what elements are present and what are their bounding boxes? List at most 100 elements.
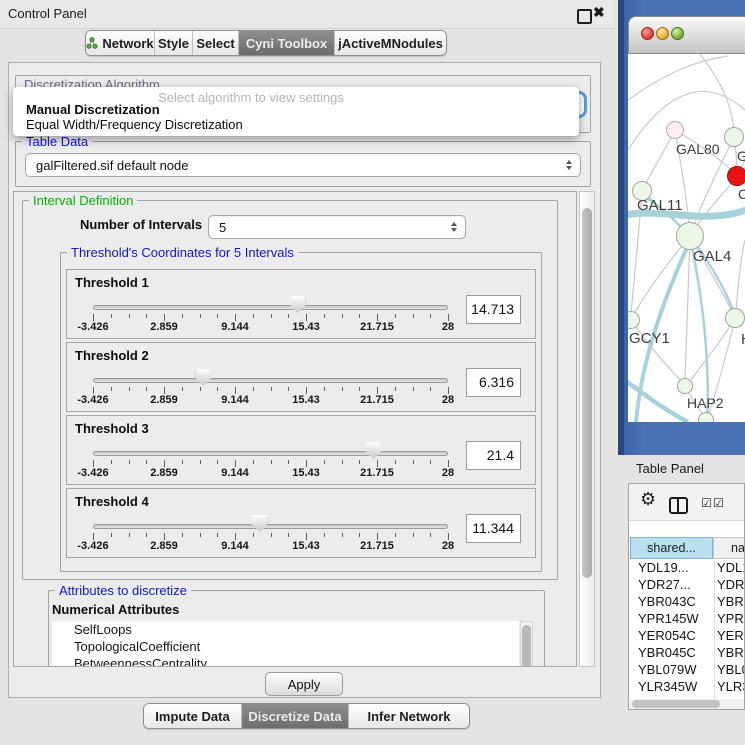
tab-cyni-toolbox[interactable]: Cyni Toolbox [238,31,334,55]
tick-mark [164,387,165,394]
combo-stepper-icon [451,222,457,232]
tab-network[interactable]: Network [86,31,154,55]
tick-mark [271,387,272,391]
table-row[interactable]: YER054CYER0 [629,627,745,644]
tick-label: 2.859 [134,467,194,479]
table-row[interactable]: YBR045CYBR0 [629,644,745,661]
tick-mark [129,387,130,391]
close-button[interactable] [641,27,654,40]
main-scrollbar-thumb[interactable] [582,208,592,578]
tab-jactivemnodules[interactable]: jActiveMNodules [334,31,446,55]
zoom-button[interactable] [671,27,684,40]
tab-impute-data[interactable]: Impute Data [144,704,241,728]
tick-mark [93,314,94,321]
float-window-icon[interactable] [577,9,592,24]
close-icon[interactable]: ✖ [593,4,605,21]
table-data-group-title: Table Data [22,134,92,149]
column-header-shared-[interactable]: shared... [630,537,713,559]
threshold-value-field[interactable]: 21.4 [466,441,521,470]
network-canvas[interactable]: GAL80GACGAL11GAL4GCY1HHAP2 [628,54,745,422]
table-scrollbar-thumb[interactable] [632,700,720,708]
network-node-gal4[interactable] [676,222,704,250]
interval-definition-group: Interval Definition Number of Intervals … [22,200,558,580]
slider-track[interactable] [93,378,448,383]
threshold-value-field[interactable]: 6.316 [466,368,521,397]
control-panel-titlebar: Control Panel ✖ [0,0,614,29]
tick-mark [111,533,112,537]
main-scrollbar[interactable] [579,191,595,667]
tick-mark [235,314,236,321]
tick-mark [395,533,396,537]
cell-name: YPR1 [717,610,745,627]
table-row[interactable]: YBR043C YBR0 [629,593,745,610]
cell-shared-name: YDR27... [638,576,691,593]
tick-mark [448,533,449,540]
checkbox-checked-icon[interactable]: ☑ [713,496,724,510]
table-horizontal-scrollbar[interactable] [630,699,744,709]
network-node-ga[interactable] [724,127,744,147]
algorithm-option-equal-width-frequency-discretization[interactable]: Equal Width/Frequency Discretization [26,117,243,132]
tick-mark [253,533,254,537]
attribute-item-topologicalcoefficient[interactable]: TopologicalCoefficient [52,638,519,655]
tick-label: 21.715 [347,540,407,552]
tick-mark [164,314,165,321]
table-data-combo[interactable]: galFiltered.sif default node [25,153,581,177]
tick-mark [253,387,254,391]
slider-track[interactable] [93,451,448,456]
network-node-gal80[interactable] [666,121,684,139]
table-row[interactable]: YLR345WYLR3 [629,678,745,695]
table-row[interactable]: YDL19...YDL1 [629,559,745,576]
attribute-item-betweennesscentrality[interactable]: BetweennessCentrality [52,655,519,667]
tick-label: 15.43 [276,321,336,333]
table-row[interactable]: YDR27... YDR2 [629,576,745,593]
tab-infer-network[interactable]: Infer Network [348,704,469,728]
numerical-attributes-label: Numerical Attributes [52,602,179,617]
cell-name: YBR0 [717,593,745,610]
tick-label: 15.43 [276,394,336,406]
cell-shared-name: YBR043C [638,593,696,610]
gear-icon[interactable]: ⚙ [640,489,656,510]
tick-mark [413,314,414,318]
table-row[interactable]: YPR145WYPR1 [629,610,745,627]
tick-mark [164,460,165,467]
network-node-c[interactable] [727,166,745,186]
network-node-hap2[interactable] [677,378,693,394]
table-row[interactable]: YBL079WYBL0 [629,661,745,678]
tick-mark [235,533,236,540]
bottom-tab-bar: Impute DataDiscretize DataInfer Network [143,703,470,729]
attributes-list-scrollbar[interactable] [520,621,533,667]
cell-name: YDR2 [717,576,745,593]
tick-mark [306,387,307,394]
apply-button[interactable]: Apply [265,672,343,696]
minimize-button[interactable] [656,27,669,40]
threshold-label: Threshold 1 [75,275,149,290]
slider-thumb[interactable] [366,442,381,459]
number-of-intervals-combo[interactable]: 5 [208,215,466,239]
attributes-group-title: Attributes to discretize [55,583,191,598]
tick-mark [359,460,360,464]
threshold-value-field[interactable]: 14.713 [466,295,521,324]
tick-mark [342,387,343,391]
slider-track[interactable] [93,305,448,310]
slider-thumb[interactable] [196,369,211,386]
attribute-item-selfloops[interactable]: SelfLoops [52,621,519,638]
network-window-titlebar[interactable] [628,16,745,54]
slider-track[interactable] [93,524,448,529]
tab-style[interactable]: Style [154,31,192,55]
threshold-value-field[interactable]: 11.344 [466,514,521,543]
network-node[interactable] [698,412,714,422]
tick-label: 9.144 [205,321,265,333]
column-header-na[interactable]: na [713,537,745,559]
tick-mark [359,387,360,391]
attributes-scrollbar-thumb[interactable] [522,625,531,667]
algorithm-option-manual-discretization[interactable]: Manual Discretization [26,102,160,117]
tick-mark [129,314,130,318]
slider-thumb[interactable] [252,515,267,532]
network-node-h[interactable] [725,308,745,328]
split-columns-icon[interactable] [669,497,688,514]
tab-select[interactable]: Select [192,31,238,55]
tick-label: 9.144 [205,540,265,552]
tab-discretize-data[interactable]: Discretize Data [241,704,348,728]
checkbox-checked-icon[interactable]: ☑ [701,496,712,510]
slider-thumb[interactable] [290,296,305,313]
